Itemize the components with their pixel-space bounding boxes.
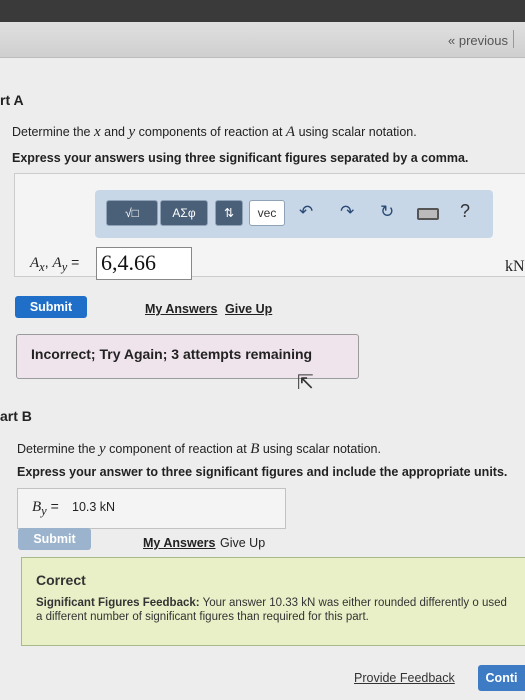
navigation-strip [0,22,525,58]
part-b-submit-button: Submit [18,528,91,550]
provide-feedback-link[interactable]: Provide Feedback [354,671,455,685]
continue-button[interactable]: Conti [478,665,525,691]
reset-icon[interactable]: ↻ [380,202,394,222]
part-a-title: rt A [0,92,24,108]
part-a-submit-button[interactable]: Submit [15,296,87,318]
sort-button[interactable]: ⇅ [215,200,243,226]
redo-icon[interactable]: ↷ [340,202,354,222]
part-b-my-answers-link[interactable]: My Answers [143,536,215,550]
undo-icon[interactable]: ↶ [299,202,313,222]
part-b-title: art B [0,408,32,424]
part-a-give-up-link[interactable]: Give Up [225,302,272,316]
sig-fig-feedback: Significant Figures Feedback: Your answe… [36,596,511,624]
correct-feedback-panel: Correct Significant Figures Feedback: Yo… [21,557,525,646]
part-b-answer-value: 10.3 kN [72,500,116,514]
part-a-answer-label: Ax, Ay = [30,254,80,274]
part-b-give-up-text: Give Up [220,536,266,550]
part-b-instruction: Express your answer to three significant… [17,465,508,479]
feedback-label: Significant Figures Feedback: [36,597,200,609]
keyboard-icon[interactable] [417,208,439,220]
correct-title: Correct [36,572,86,588]
vec-button[interactable]: vec [249,200,285,226]
part-a-answer-input[interactable]: 6,4.66 [96,247,192,280]
greek-symbols-button[interactable]: ΑΣφ [160,200,208,226]
previous-link[interactable]: « previous [448,33,508,48]
part-b-question: Determine the y component of reaction at… [17,441,381,457]
nav-separator [513,30,514,48]
mouse-cursor-icon: ⇱ [297,372,314,394]
part-a-question: Determine the x and y components of reac… [12,124,417,140]
template-button[interactable]: √□ [106,200,158,226]
part-a-instruction: Express your answers using three signifi… [12,151,469,165]
part-a-my-answers-link[interactable]: My Answers [145,302,217,316]
part-a-unit: kN [505,258,525,275]
top-dark-bar [0,0,525,22]
help-icon[interactable]: ? [460,201,470,222]
part-b-answer-label: By = [32,498,59,518]
